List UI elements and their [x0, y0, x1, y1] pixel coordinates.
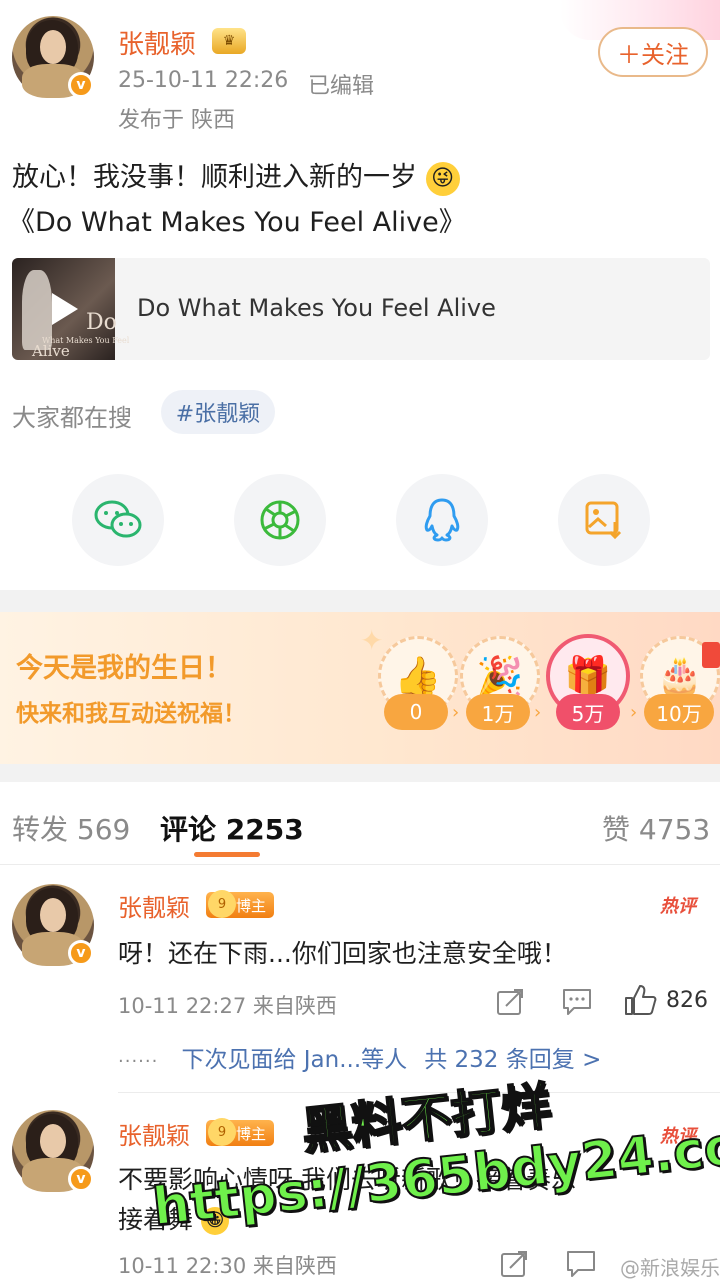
share-comment-icon[interactable]	[500, 1250, 530, 1278]
post-date: 25-10-11 22:26	[118, 68, 289, 93]
gift-party-threshold: 1万	[466, 694, 530, 730]
comment-like-count: 826	[666, 988, 708, 1013]
wechat-icon	[94, 500, 142, 538]
reply-prefix-dots: ······	[118, 1051, 159, 1072]
tab-like[interactable]: 赞 4753	[602, 808, 710, 848]
blogger-badge-label: 博主	[236, 1124, 267, 1143]
wink-emoji-icon: 😜	[425, 161, 460, 196]
music-card[interactable]: Do What Makes You Feel Alive Do What Mak…	[12, 258, 710, 360]
birthday-banner[interactable]: ✦ 今天是我的生日！ 快来和我互动送祝福！ 👍 0 › 🎉 1万 › 🎁 5万 …	[0, 612, 720, 764]
cover-title-alive: Alive	[32, 342, 70, 360]
birthday-title: 今天是我的生日！	[16, 653, 232, 684]
verified-badge-icon: v	[68, 940, 94, 966]
weibo-post-page: v 张靓颖 ♛ 25-10-11 22:26 已编辑 发布于 陕西 ＋关注 放心…	[0, 0, 720, 1280]
comment-author[interactable]: 张靓颖	[118, 1116, 190, 1151]
edited-label[interactable]: 已编辑	[308, 68, 374, 100]
like-thumb-icon[interactable]	[624, 984, 658, 1016]
gift-box-threshold: 5万	[556, 694, 620, 730]
author-avatar[interactable]: v	[12, 16, 94, 98]
reply-preview-text: 下次见面给 Jan...等人	[181, 1047, 408, 1073]
blogger-crown-icon: 9	[208, 1118, 236, 1146]
post-text-content: 放心！我没事！顺利进入新的一岁	[12, 162, 417, 193]
vip-crown-icon: ♛	[212, 28, 246, 54]
gift-cake-threshold: 10万	[644, 694, 714, 730]
gift-arrow-icon: ›	[630, 702, 638, 723]
post-text-line-2: 《Do What Makes You Feel Alive》	[8, 207, 466, 238]
reply-comment-icon[interactable]	[562, 988, 592, 1016]
save-image-button[interactable]	[558, 474, 650, 566]
tab-comment[interactable]: 评论 2253	[160, 808, 304, 848]
birthday-subtitle: 快来和我互动送祝福！	[16, 701, 246, 727]
share-wechat-button[interactable]	[72, 474, 164, 566]
reply-comment-icon[interactable]	[566, 1250, 596, 1278]
share-qq-button[interactable]	[396, 474, 488, 566]
share-comment-icon[interactable]	[496, 988, 526, 1016]
section-divider	[0, 590, 720, 612]
section-divider	[0, 764, 720, 782]
comment-avatar[interactable]: v	[12, 884, 94, 966]
post-text-line-1: 放心！我没事！顺利进入新的一岁 😜	[12, 155, 460, 196]
gift-arrow-icon: ›	[534, 702, 542, 723]
verified-badge-icon: v	[68, 72, 94, 98]
tabs-divider	[0, 864, 720, 865]
blogger-crown-icon: 9	[208, 890, 236, 918]
post-location: 发布于 陕西	[118, 108, 235, 133]
cover-title-big: Do	[86, 310, 117, 335]
comment-avatar[interactable]: v	[12, 1110, 94, 1192]
follow-button[interactable]: ＋关注	[598, 27, 708, 77]
comment-meta: 10-11 22:30 来自陕西	[118, 1254, 337, 1278]
comment-meta: 10-11 22:27 来自陕西	[118, 994, 337, 1018]
comment-text: 呀！还在下雨...你们回家也注意安全哦！	[118, 939, 567, 968]
hot-comment-badge: 热评	[660, 896, 696, 917]
active-tab-indicator	[194, 852, 260, 857]
comment-author[interactable]: 张靓颖	[118, 888, 190, 923]
red-envelope-icon[interactable]	[702, 642, 720, 668]
play-icon[interactable]	[52, 293, 78, 325]
verified-badge-icon: v	[68, 1166, 94, 1192]
blogger-badge: 9 博主	[206, 890, 275, 918]
trending-topic-tag[interactable]: #张靓颖	[161, 390, 275, 434]
music-title: Do What Makes You Feel Alive	[137, 294, 496, 322]
author-name[interactable]: 张靓颖	[118, 24, 196, 61]
share-moments-button[interactable]	[234, 474, 326, 566]
blogger-badge: 9 博主	[206, 1118, 275, 1146]
moments-icon	[260, 500, 300, 540]
save-image-icon	[585, 501, 622, 540]
blogger-badge-label: 博主	[236, 896, 267, 915]
gift-like-threshold: 0	[384, 694, 448, 730]
gift-arrow-icon: ›	[452, 702, 460, 723]
tab-repost[interactable]: 转发 569	[12, 808, 130, 848]
sparkle-decor: ✦	[360, 624, 384, 657]
album-cover[interactable]: Do What Makes You Feel Alive	[12, 258, 129, 360]
qq-icon	[424, 498, 460, 542]
watermark-corner: @新浪娱乐	[620, 1256, 720, 1280]
trending-search-label: 大家都在搜	[12, 404, 132, 432]
